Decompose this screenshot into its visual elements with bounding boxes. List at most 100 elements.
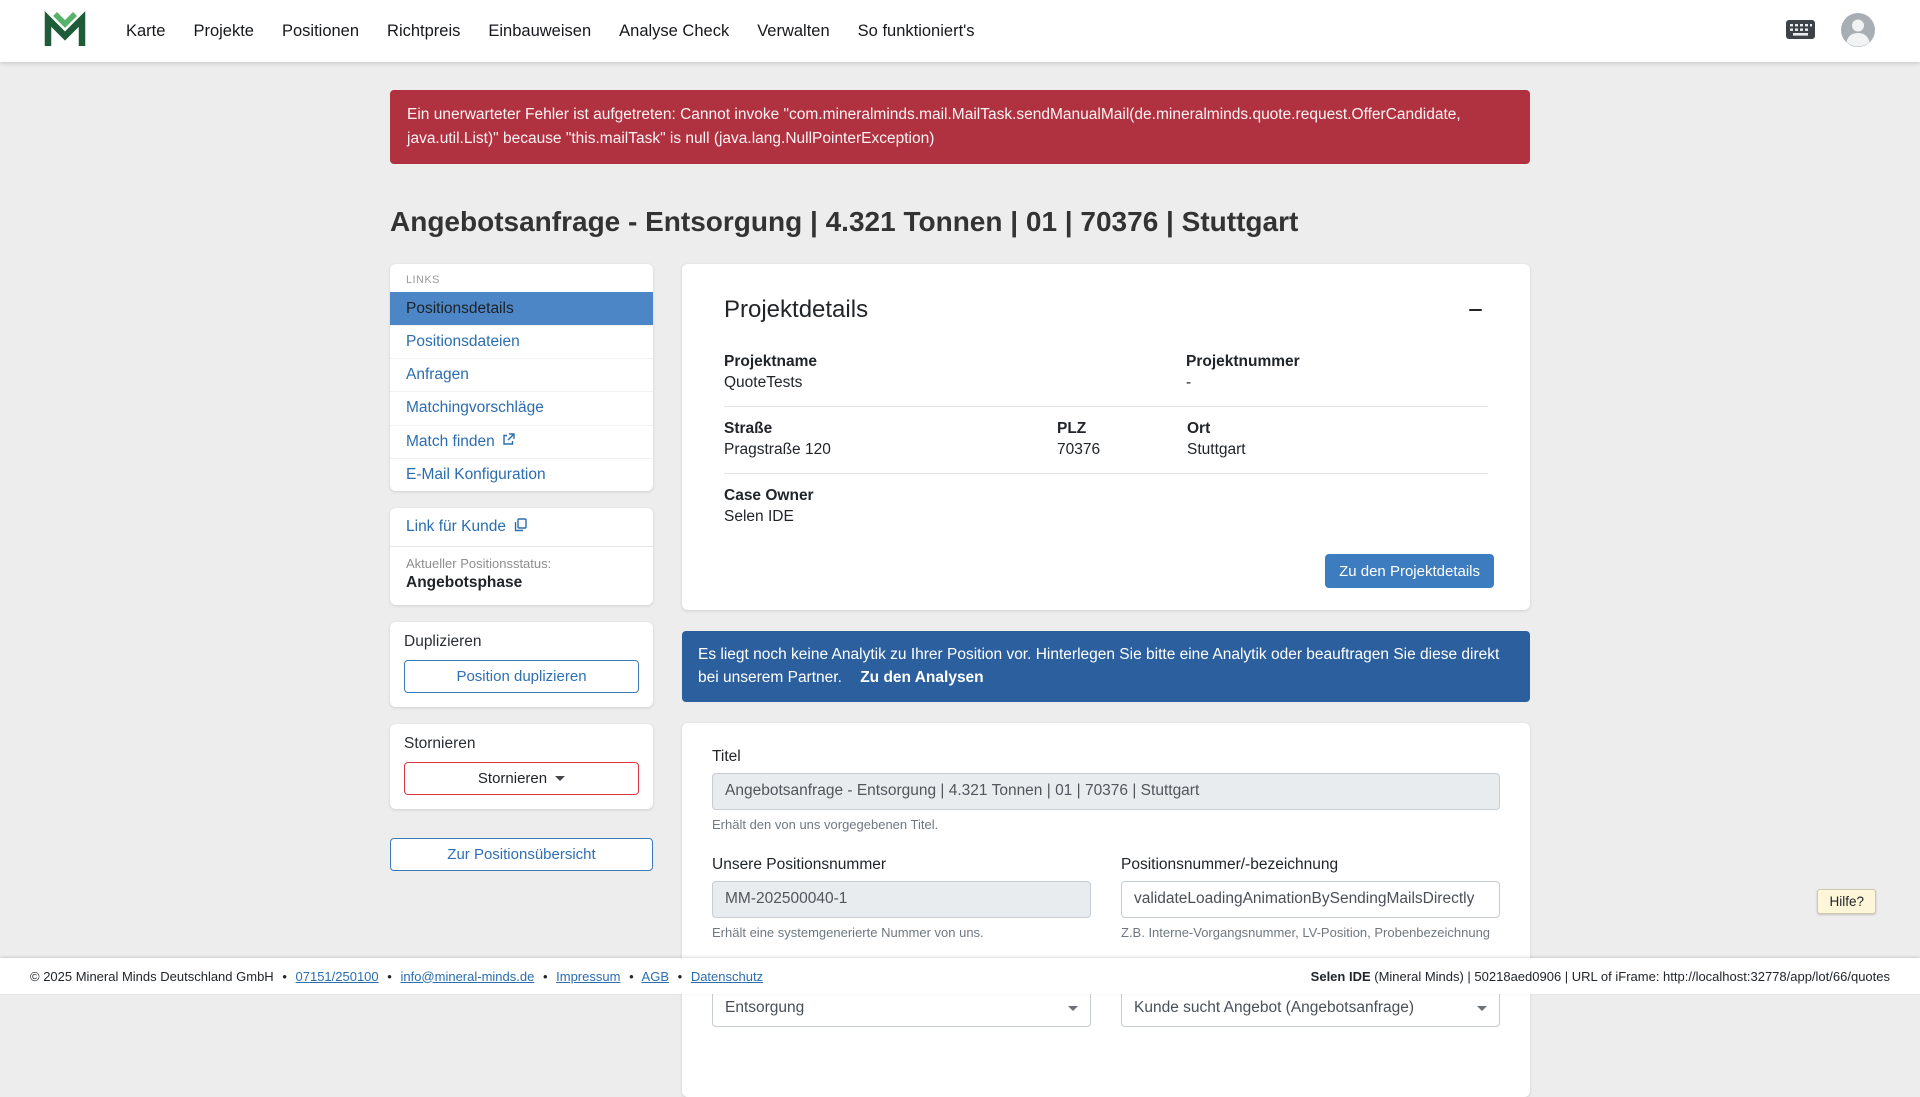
brand-logo-icon: [44, 11, 86, 52]
collapse-card-button[interactable]: [1463, 303, 1488, 318]
keyboard-button[interactable]: [1785, 18, 1816, 44]
sidebar: LINKS Positionsdetails Positionsdateien …: [390, 264, 653, 871]
sidebar-item-anfragen[interactable]: Anfragen: [390, 358, 653, 391]
nav-item-positionen[interactable]: Positionen: [268, 13, 373, 50]
typ-select-value: Entsorgung: [725, 999, 804, 1017]
footer-phone-link[interactable]: 07151/250100: [296, 969, 379, 984]
position-overview-button[interactable]: Zur Positionsübersicht: [390, 838, 653, 871]
titel-group: Titel Erhält den von uns vorgegebenen Ti…: [712, 748, 1500, 832]
typ-select[interactable]: Entsorgung: [712, 989, 1091, 1027]
copyright-text: © 2025 Mineral Minds Deutschland GmbH: [30, 969, 274, 984]
sidebar-item-matchingvorschlaege[interactable]: Matchingvorschläge: [390, 391, 653, 424]
separator: •: [678, 969, 683, 984]
position-designation-input[interactable]: [1121, 881, 1500, 918]
duplicate-header: Duplizieren: [404, 633, 639, 651]
city-field: Ort Stuttgart: [1187, 420, 1488, 459]
footer-impressum-link[interactable]: Impressum: [556, 969, 620, 984]
cancel-button-label: Stornieren: [478, 770, 547, 787]
position-number-help: Erhält eine systemgenerierte Nummer von …: [712, 925, 1091, 940]
case-owner-label: Case Owner: [724, 487, 1488, 505]
mineral-minds-logo[interactable]: [44, 11, 86, 52]
position-designation-group: Positionsnummer/-bezeichnung Z.B. Intern…: [1121, 856, 1500, 940]
duplicate-position-button[interactable]: Position duplizieren: [404, 660, 639, 693]
footer-right: Selen IDE (Mineral Minds) | 50218aed0906…: [1311, 969, 1890, 984]
project-number-label: Projektnummer: [1186, 353, 1488, 371]
plz-label: PLZ: [1057, 420, 1187, 438]
customer-link-label: Link für Kunde: [406, 518, 506, 536]
project-number-field: Projektnummer -: [1186, 353, 1488, 392]
links-card: LINKS Positionsdetails Positionsdateien …: [390, 264, 653, 491]
project-name-value: QuoteTests: [724, 374, 1186, 392]
footer-datenschutz-link[interactable]: Datenschutz: [691, 969, 763, 984]
separator: •: [282, 969, 287, 984]
case-owner-field: Case Owner Selen IDE: [724, 487, 1488, 526]
caret-down-icon: [1477, 1006, 1487, 1011]
external-link-icon: [502, 432, 515, 452]
city-label: Ort: [1187, 420, 1488, 438]
keyboard-icon: [1785, 18, 1816, 44]
project-details-button[interactable]: Zu den Projektdetails: [1325, 554, 1494, 588]
berechnungsart-select[interactable]: Kunde sucht Angebot (Angebotsanfrage): [1121, 989, 1500, 1027]
project-name-field: Projektname QuoteTests: [724, 353, 1186, 392]
nav-item-analyse-check[interactable]: Analyse Check: [605, 13, 743, 50]
plz-value: 70376: [1057, 441, 1187, 459]
plz-field: PLZ 70376: [1057, 420, 1187, 459]
position-designation-label: Positionsnummer/-bezeichnung: [1121, 856, 1500, 874]
titel-label: Titel: [712, 748, 1500, 766]
project-number-value: -: [1186, 374, 1488, 392]
footer: © 2025 Mineral Minds Deutschland GmbH • …: [0, 958, 1920, 994]
nav-item-so-funktionierts[interactable]: So funktioniert's: [844, 13, 989, 50]
footer-agb-link[interactable]: AGB: [642, 969, 669, 984]
nav-item-karte[interactable]: Karte: [112, 13, 179, 50]
city-value: Stuttgart: [1187, 441, 1488, 459]
user-menu-button[interactable]: [1840, 12, 1876, 51]
separator: •: [387, 969, 392, 984]
position-status-value: Angebotsphase: [390, 571, 653, 605]
case-owner-value: Selen IDE: [724, 508, 1488, 526]
position-status-label: Aktueller Positionsstatus:: [390, 547, 653, 571]
caret-down-icon: [1068, 1006, 1078, 1011]
sidebar-item-positionsdateien[interactable]: Positionsdateien: [390, 325, 653, 358]
nav-item-einbauweisen[interactable]: Einbauweisen: [474, 13, 605, 50]
position-form-card: Titel Erhält den von uns vorgegebenen Ti…: [682, 723, 1530, 1097]
duplicate-card: Duplizieren Position duplizieren: [390, 622, 653, 707]
analytics-link[interactable]: Zu den Analysen: [860, 669, 983, 686]
links-header: LINKS: [390, 264, 653, 292]
project-details-title: Projektdetails: [724, 296, 868, 324]
footer-left: © 2025 Mineral Minds Deutschland GmbH • …: [30, 969, 763, 984]
position-number-group: Unsere Positionsnummer Erhält eine syste…: [712, 856, 1091, 940]
analytics-info-text: Es liegt noch keine Analytik zu Ihrer Po…: [698, 646, 1499, 685]
sidebar-item-email-konfiguration[interactable]: E-Mail Konfiguration: [390, 458, 653, 491]
copy-icon: [514, 518, 527, 537]
sidebar-item-positionsdetails[interactable]: Positionsdetails: [390, 292, 653, 325]
street-field: Straße Pragstraße 120: [724, 420, 1057, 459]
position-number-label: Unsere Positionsnummer: [712, 856, 1091, 874]
footer-email-link[interactable]: info@mineral-minds.de: [400, 969, 534, 984]
nav-item-verwalten[interactable]: Verwalten: [743, 13, 843, 50]
street-value: Pragstraße 120: [724, 441, 1057, 459]
cancel-header: Stornieren: [404, 735, 639, 753]
page-content: Ein unerwarteter Fehler ist aufgetreten:…: [0, 90, 1920, 1097]
nav-item-projekte[interactable]: Projekte: [179, 13, 268, 50]
titel-help: Erhält den von uns vorgegebenen Titel.: [712, 817, 1500, 832]
berechnungsart-select-value: Kunde sucht Angebot (Angebotsanfrage): [1134, 999, 1414, 1017]
nav-item-richtpreis[interactable]: Richtpreis: [373, 13, 474, 50]
error-alert: Ein unerwarteter Fehler ist aufgetreten:…: [390, 90, 1530, 164]
position-number-input: [712, 881, 1091, 918]
sidebar-item-match-finden[interactable]: Match finden: [390, 425, 653, 458]
street-label: Straße: [724, 420, 1057, 438]
sidebar-item-label: Match finden: [406, 432, 495, 452]
position-designation-help: Z.B. Interne-Vorgangsnummer, LV-Position…: [1121, 925, 1500, 940]
page-title: Angebotsanfrage - Entsorgung | 4.321 Ton…: [390, 206, 1530, 238]
cancel-card: Stornieren Stornieren: [390, 724, 653, 809]
titel-input: [712, 773, 1500, 810]
user-avatar-icon: [1840, 12, 1876, 51]
minus-icon: [1469, 309, 1482, 312]
help-button[interactable]: Hilfe?: [1817, 889, 1876, 914]
project-name-label: Projektname: [724, 353, 1186, 371]
top-navbar: Karte Projekte Positionen Richtpreis Ein…: [0, 0, 1920, 62]
customer-link[interactable]: Link für Kunde: [390, 508, 653, 546]
caret-down-icon: [555, 776, 565, 781]
project-details-card: Projektdetails Projektname QuoteTests: [682, 264, 1530, 610]
cancel-dropdown-button[interactable]: Stornieren: [404, 762, 639, 795]
